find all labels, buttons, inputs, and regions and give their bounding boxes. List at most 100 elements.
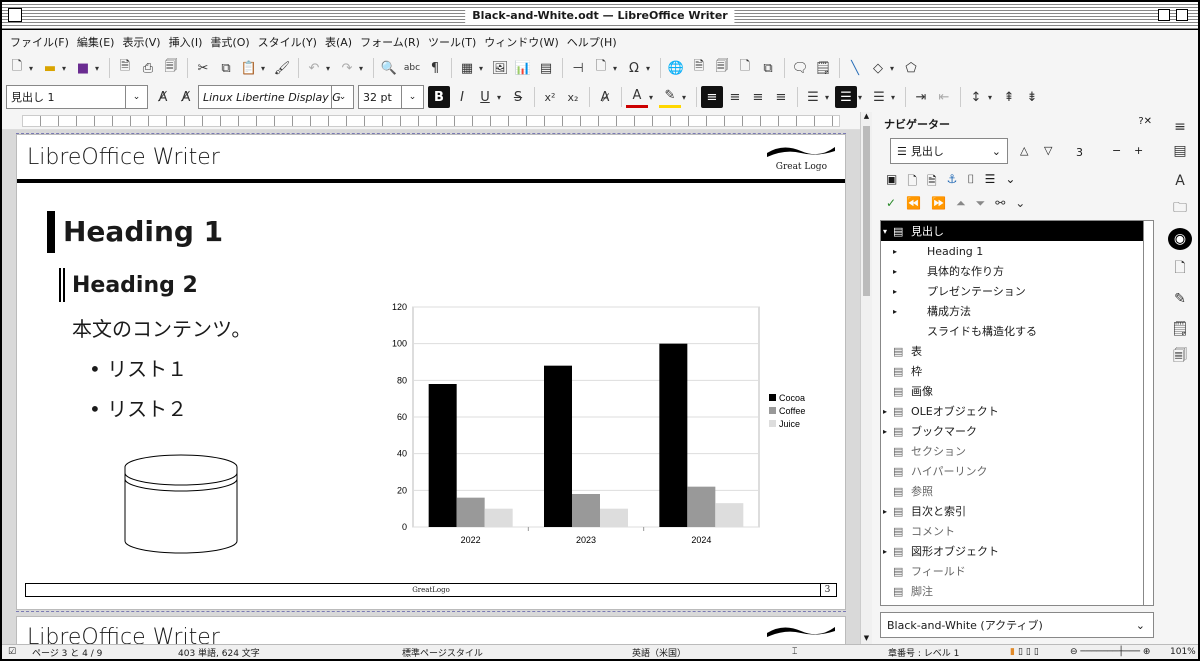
chevron-down-icon[interactable]: ▾ — [326, 64, 334, 73]
menu-file[interactable]: ファイル(F) — [6, 34, 73, 50]
bar-chart[interactable]: 0 20 40 60 80 100 120 2022 2023 2024 Cocoa Coffee Ju… — [373, 295, 813, 545]
navigator-tree-item[interactable]: ▸ ▤ ブックマーク — [881, 421, 977, 441]
redo-icon[interactable]: ↷ — [336, 57, 358, 79]
menu-format[interactable]: 書式(O) — [206, 34, 253, 50]
scrollbar-thumb[interactable] — [863, 126, 870, 296]
view-layout-icons[interactable]: ▮▯▯▯ — [1010, 647, 1042, 657]
line-spacing-icon[interactable]: ↕ — [965, 86, 987, 108]
subscript-icon[interactable]: x₂ — [562, 86, 584, 108]
line-icon[interactable]: ╲ — [844, 57, 866, 79]
styles-icon[interactable]: A — [1168, 170, 1192, 192]
menu-tools[interactable]: ツール(T) — [424, 34, 480, 50]
promote-level-icon[interactable]: △ — [1020, 144, 1028, 157]
menu-form[interactable]: フォーム(R) — [356, 34, 424, 50]
link-icon[interactable]: ⚯ — [995, 196, 1005, 211]
expand-arrow-icon[interactable]: ▸ — [883, 507, 893, 516]
font-name-combo[interactable]: Linux Libertine Display G ⌄ — [198, 85, 354, 109]
update-style-icon[interactable]: A̸ — [152, 86, 174, 108]
navigator-icon[interactable]: ◉ — [1168, 228, 1192, 250]
underline-icon[interactable]: U — [474, 86, 496, 108]
navigator-tree-item[interactable]: ▸ ▤ 図形オブジェクト — [881, 541, 999, 561]
navigator-tree-item[interactable]: ▸ プレゼンテーション — [881, 281, 1026, 301]
save-icon[interactable]: ■ — [72, 57, 94, 79]
check-icon[interactable]: ✓ — [886, 196, 896, 211]
language[interactable]: 英語（米国） — [632, 646, 686, 659]
basic-shapes-icon[interactable]: ◇ — [867, 57, 889, 79]
expand-arrow-icon[interactable]: ▸ — [893, 307, 903, 316]
chevron-down-icon[interactable]: ▾ — [359, 64, 367, 73]
chevron-down-icon[interactable]: ▾ — [613, 64, 621, 73]
chevron-down-icon[interactable]: ⌄ — [1015, 196, 1025, 211]
menu-insert[interactable]: 挿入(I) — [165, 34, 207, 50]
navigator-tree-item[interactable]: ▤ フィールド — [881, 561, 966, 581]
find-replace-icon[interactable]: 🔍 — [378, 57, 400, 79]
hyperlink-icon[interactable]: 🌐 — [665, 57, 687, 79]
navigator-tree-item[interactable]: ▤ 画像 — [881, 381, 933, 401]
plus-icon[interactable]: + — [1134, 144, 1143, 157]
header-icon[interactable]: 🗋 — [907, 172, 917, 193]
superscript-icon[interactable]: x² — [539, 86, 561, 108]
design-icon[interactable]: 🗐 — [1168, 346, 1192, 368]
chevron-down-icon[interactable]: ▾ — [29, 64, 37, 73]
navigator-tree-item[interactable]: ▸ ▤ OLEオブジェクト — [881, 401, 999, 421]
chevron-down-icon[interactable]: ▾ — [497, 93, 505, 102]
chevron-down-icon[interactable]: ▾ — [858, 93, 866, 102]
navigator-tree-item[interactable]: ▸ Heading 1 — [881, 241, 983, 261]
expand-arrow-icon[interactable]: ▸ — [893, 267, 903, 276]
zoom-slider[interactable]: ⊖ ───────┼─── ⊕ — [1070, 647, 1150, 657]
copy-icon[interactable]: ⧉ — [215, 57, 237, 79]
document-area[interactable]: LibreOffice Writer Great Logo Heading 1 … — [2, 130, 860, 644]
special-character-icon[interactable]: Ω — [623, 57, 645, 79]
highlight-color-icon[interactable]: ✎ — [659, 86, 681, 108]
menu-edit[interactable]: 編集(E) — [73, 34, 119, 50]
chevron-down-icon[interactable]: ▾ — [988, 93, 996, 102]
navigator-tree-item[interactable]: ▤ セクション — [881, 441, 966, 461]
insert-chart-icon[interactable]: 📊 — [512, 57, 534, 79]
previous-icon[interactable]: ⏪ — [906, 196, 921, 211]
tree-scrollbar[interactable] — [1143, 221, 1153, 605]
draw-functions-icon[interactable]: ⬠ — [900, 57, 922, 79]
navigator-tree-item[interactable]: ▤ 参照 — [881, 481, 933, 501]
font-size-combo[interactable]: 32 pt ⌄ — [358, 85, 424, 109]
heading-1[interactable]: Heading 1 — [63, 215, 223, 248]
chevron-down-icon[interactable]: ⌄ — [125, 86, 147, 108]
chevron-down-icon[interactable]: ▾ — [479, 64, 487, 73]
navigator-tree-item[interactable]: ▤ コメント — [881, 521, 955, 541]
gallery-icon[interactable]: 🗀 — [1168, 198, 1192, 220]
align-center-icon[interactable]: ≡ — [724, 86, 746, 108]
italic-icon[interactable]: I — [451, 86, 473, 108]
bold-icon[interactable]: B — [428, 86, 450, 108]
expand-arrow-icon[interactable]: ▸ — [883, 547, 893, 556]
insert-image-icon[interactable]: 🖼 — [489, 57, 511, 79]
document-page-next[interactable]: LibreOffice Writer — [16, 616, 846, 644]
chevron-down-icon[interactable]: ▾ — [95, 64, 103, 73]
insert-mode-icon[interactable]: ⌶ — [792, 647, 797, 657]
new-style-icon[interactable]: A̸ — [175, 86, 197, 108]
document-select-combo[interactable]: Black-and-White (アクティブ) ⌄ — [880, 612, 1154, 638]
chevron-down-icon[interactable]: ⌄ — [401, 86, 423, 108]
cylinder-shape[interactable] — [117, 453, 245, 557]
unordered-list-icon[interactable]: ☰ — [802, 86, 824, 108]
increase-indent-icon[interactable]: ⇥ — [910, 86, 932, 108]
cut-icon[interactable]: ✂ — [192, 57, 214, 79]
word-count[interactable]: 403 単語, 624 文字 — [178, 646, 260, 659]
menu-window[interactable]: ウィンドウ(W) — [480, 34, 562, 50]
decrease-paragraph-spacing-icon[interactable]: ⇟ — [1021, 86, 1043, 108]
footnote-icon[interactable]: 🗎 — [688, 57, 710, 79]
paste-icon[interactable]: 📋 — [238, 57, 260, 79]
scroll-down-icon[interactable]: ▼ — [862, 634, 871, 644]
insert-table-icon[interactable]: ▦ — [456, 57, 478, 79]
comment-icon[interactable]: 🗨 — [789, 57, 811, 79]
heading-2[interactable]: Heading 2 — [72, 273, 198, 298]
chevron-down-icon[interactable]: ▾ — [891, 93, 899, 102]
page-count[interactable]: ページ 3 と 4 / 9 — [32, 646, 102, 659]
document-page[interactable]: LibreOffice Writer Great Logo Heading 1 … — [16, 134, 846, 610]
properties-icon[interactable]: ▤ — [1168, 140, 1192, 162]
heading-level-value[interactable]: 3 — [1076, 146, 1083, 159]
insert-textbox-icon[interactable]: ▤ — [535, 57, 557, 79]
chapter-up-icon[interactable]: ⏶ — [956, 196, 966, 211]
new-document-icon[interactable]: 🗋 — [6, 57, 28, 79]
chevron-down-icon[interactable]: ▾ — [890, 64, 898, 73]
clear-formatting-icon[interactable]: A̷ — [594, 86, 616, 108]
page-style[interactable]: 標準ページスタイル — [402, 646, 483, 659]
